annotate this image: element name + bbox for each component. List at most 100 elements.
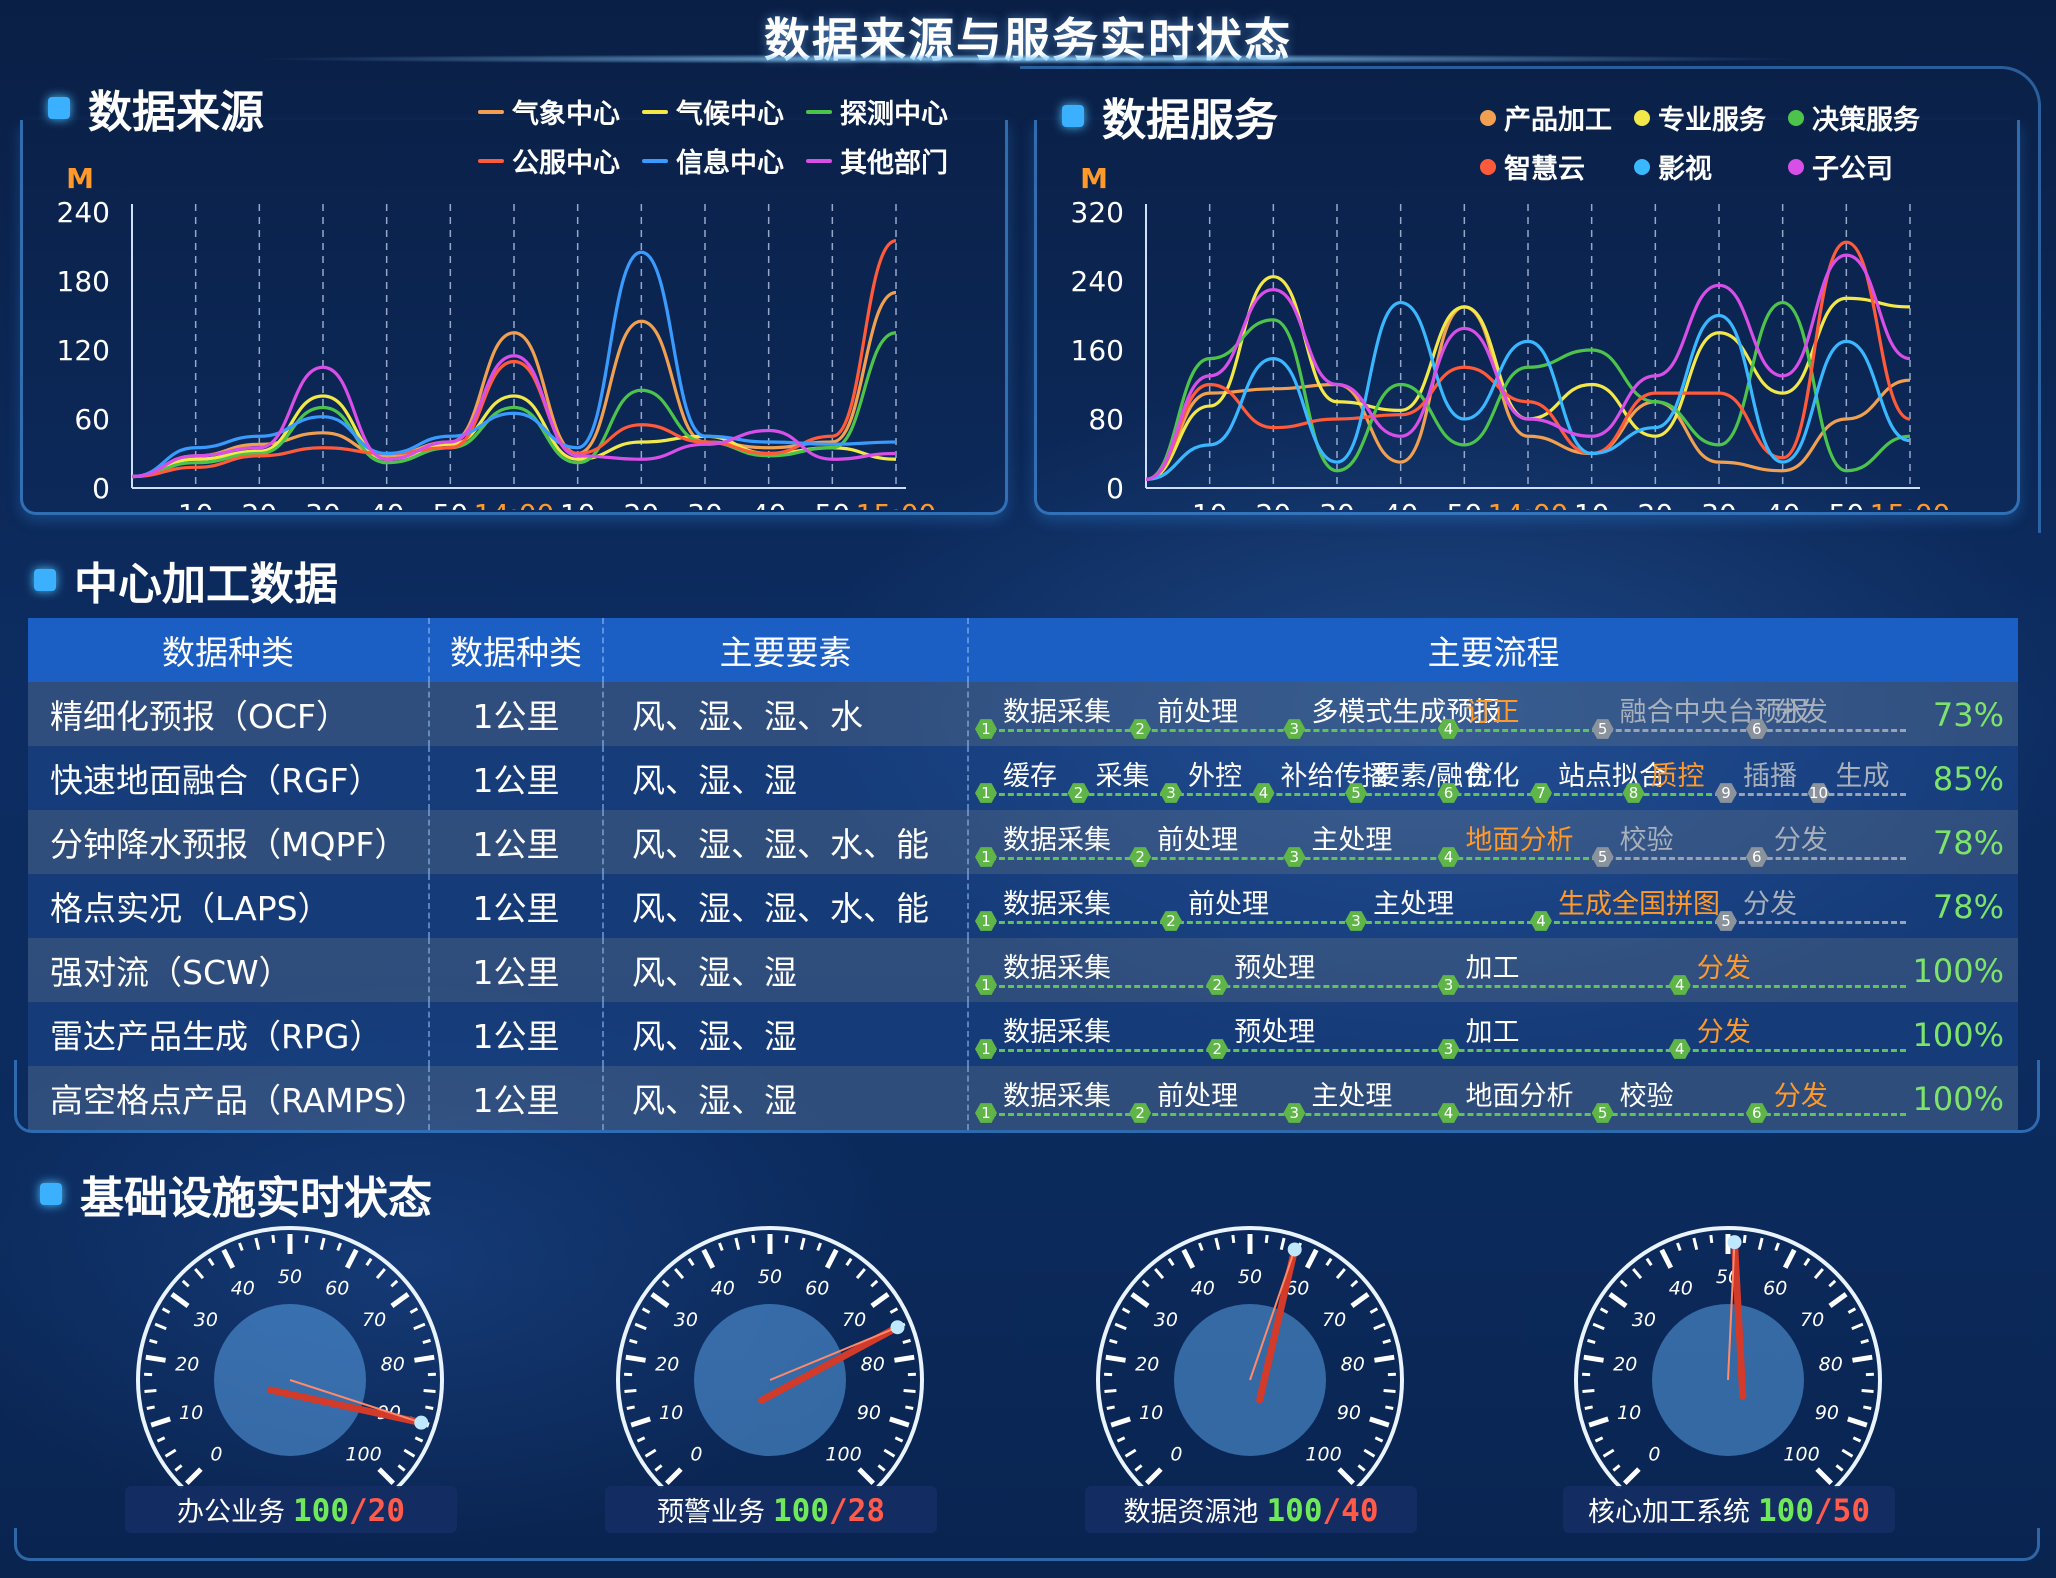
gauge-tick (629, 1338, 638, 1344)
gauge-tick (1141, 1279, 1150, 1288)
step-label: 预处理 (1234, 953, 1316, 984)
gauge-caption: 预警业务 100/28 (605, 1486, 937, 1533)
legend-label: 气象中心 (512, 99, 620, 130)
gauge-tick (1774, 1242, 1780, 1252)
x-tick-label: 50 (1829, 498, 1865, 510)
gauge-tick (1828, 1292, 1848, 1308)
gauge-tick (271, 1234, 276, 1244)
completion-percent: 100% (1912, 1016, 2004, 1054)
legend-item[interactable]: 决策服务 (1788, 98, 1920, 137)
gauge-tick (1264, 1234, 1269, 1244)
gauge-tick (1374, 1436, 1384, 1443)
table-row[interactable]: 分钟降水预报（MQPF） 1公里 风、湿、湿、水、能 1 数据采集 2 前处理 3 主处理 4 地面… (28, 810, 2018, 874)
step-number-icon: 4 (1668, 1039, 1691, 1059)
gauge-tick (1813, 1268, 1824, 1280)
gauge-tick (1592, 1322, 1605, 1331)
legend-label: 探测中心 (840, 99, 948, 130)
gauge-tick (1847, 1307, 1857, 1314)
x-tick-label: 20 (1256, 498, 1292, 510)
gauge-tick (1602, 1448, 1615, 1458)
gauge-dial: 0102030405060708090100 (1096, 1226, 1404, 1489)
legend-item[interactable]: 产品加工 (1480, 98, 1612, 137)
gauge-tick (751, 1234, 756, 1244)
gauge-tick (894, 1436, 904, 1443)
x-tick-label: 15:00 (1870, 498, 1951, 510)
source-line-chart: M 0 60 120 180 240 10 20 30 40 50 14:00 10 20 30 40 50 15… (57, 162, 937, 510)
step-number-icon: 5 (1591, 719, 1614, 739)
gauge-tick (905, 1405, 914, 1410)
table-row[interactable]: 精细化预报（OCF） 1公里 风、湿、湿、水 1 数据采集 2 前处理 3 多模式生成预报 4 订正… (28, 682, 2018, 746)
gauge-tick (661, 1279, 670, 1288)
table-row[interactable]: 强对流（SCW） 1公里 风、湿、湿 1 数据采集 2 预处理 3 加工 4 分发 100% (28, 938, 2018, 1002)
center-section-header: 中心加工数据 (34, 548, 338, 612)
gauge-tick (238, 1242, 244, 1252)
gauge-tick (1659, 1248, 1674, 1269)
completion-percent: 78% (1932, 888, 2004, 926)
gauge: 0 10 20 30 40 50 60 70 80 90 100 核心加工系统 100/50 (1563, 1220, 1895, 1533)
x-tick-label: 10 (1192, 498, 1228, 510)
step-label: 订正 (1465, 697, 1520, 728)
gauge-tick (1110, 1416, 1131, 1428)
step-number-icon: 2 (1160, 911, 1182, 931)
gauge-tick (1742, 1234, 1747, 1244)
gauge-tick (154, 1322, 167, 1331)
legend-label: 产品加工 (1504, 105, 1612, 136)
table-frame (14, 1060, 2040, 1133)
legend-item[interactable]: 探测中心 (806, 92, 948, 131)
gauge-tick-label: 40 (1191, 1277, 1215, 1299)
step-number-icon: 2 (1129, 847, 1152, 867)
row-process-flow: 1 数据采集 2 预处理 3 加工 4 分发 100% (969, 938, 2018, 1002)
gauge-tick (1588, 1416, 1609, 1428)
gauge-tick (1335, 1268, 1346, 1280)
table-row[interactable]: 快速地面融合（RGF） 1公里 风、湿、湿 1 缓存 2 采集 3 外控 4 补给传播 5 要素/融合 6… (28, 746, 2018, 810)
gauge-tick (1181, 1248, 1196, 1269)
source-panel-header: 数据来源 (48, 76, 264, 140)
table-row[interactable]: 格点实况（LAPS） 1公里 风、湿、湿、水、能 1 数据采集 2 前处理 3 主处理 4 生成全国… (28, 874, 2018, 938)
y-tick-label: 80 (1088, 403, 1124, 436)
gauge-tick (1828, 1279, 1837, 1288)
gauge-separator: / (829, 1493, 848, 1529)
gauge-tick-label: 30 (674, 1309, 698, 1331)
step-number-icon: 1 (975, 783, 997, 803)
gauge-tick (1815, 1467, 1834, 1486)
step-label: 校验 (1619, 825, 1674, 856)
row-process-flow: 1 缓存 2 采集 3 外控 4 补给传播 5 要素/融合 6 优化 7 站点拟合 8 质控 9 插播 10 生成 85… (969, 746, 2018, 810)
step-number-icon: 2 (1206, 1039, 1229, 1059)
gauge-tick (857, 1467, 876, 1486)
y-tick-label: 240 (1071, 265, 1124, 298)
gauge-tick-label: 30 (1154, 1309, 1178, 1331)
gauge-tick (1198, 1242, 1204, 1252)
legend-item[interactable]: 专业服务 (1634, 98, 1766, 137)
gauge-tick (1304, 1248, 1319, 1269)
step-number-icon: 3 (1283, 847, 1306, 867)
step-label: 分发 (1773, 825, 1828, 856)
gauge-tick-label: 90 (857, 1402, 881, 1424)
gauge-tick-label: 80 (1819, 1354, 1843, 1376)
gauge-tick (784, 1234, 789, 1244)
gauge-tick (1861, 1389, 1874, 1393)
gauge-tick-label: 80 (1341, 1354, 1365, 1376)
gauge-tick-label: 40 (231, 1277, 255, 1299)
step-label: 加工 (1465, 953, 1520, 984)
legend-label: 决策服务 (1812, 105, 1920, 136)
table-row[interactable]: 雷达产品生成（RPG） 1公里 风、湿、湿 1 数据采集 2 预处理 3 加工 4 分发 100% (28, 1002, 2018, 1066)
gauge-tick-label: 10 (179, 1402, 203, 1424)
gauge-dial: 0102030405060708090100 (1574, 1226, 1882, 1489)
gauge-tick (414, 1436, 424, 1443)
gauge-tick-label: 60 (1763, 1277, 1787, 1299)
gauge-tick-label: 100 (345, 1444, 381, 1466)
gauge-tick-label: 60 (325, 1277, 349, 1299)
legend-item[interactable]: 气象中心 (478, 92, 620, 131)
gauge-tick (845, 1257, 853, 1267)
legend-swatch-icon (1634, 109, 1650, 126)
gauge-tick (207, 1257, 215, 1267)
gauge-tick (1594, 1436, 1604, 1443)
gauge-tick (634, 1322, 647, 1331)
gauge-needle-glow (890, 1320, 905, 1335)
row-resolution: 1公里 (430, 1002, 604, 1066)
legend-item[interactable]: 气候中心 (642, 92, 784, 131)
row-category: 快速地面融合（RGF） (28, 746, 430, 810)
gauge-tick-label: 70 (1800, 1309, 1824, 1331)
row-resolution: 1公里 (430, 938, 604, 1002)
row-category: 雷达产品生成（RPG） (28, 1002, 430, 1066)
